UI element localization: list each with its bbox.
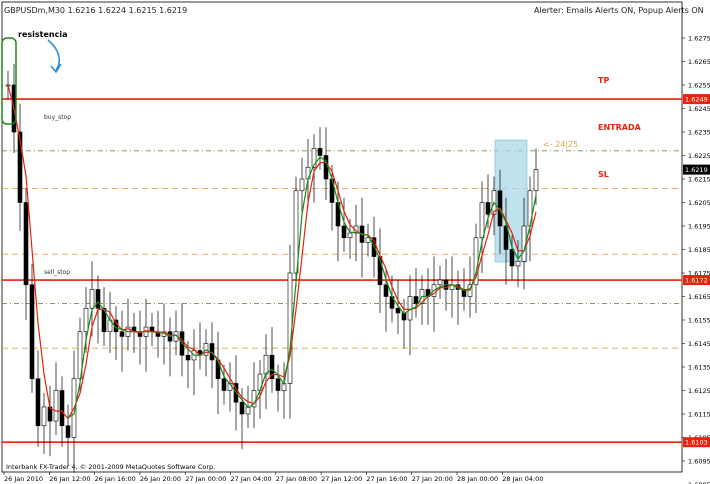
price-tick-label: 1.6225: [688, 152, 710, 160]
time-tick-label: 26 Jan 2010: [4, 475, 43, 483]
candle-body: [89, 289, 95, 309]
candle-body: [221, 378, 227, 391]
candle-body: [185, 354, 191, 361]
price-tick-label: 1.6265: [688, 58, 710, 66]
price-tick-label: 1.6165: [688, 293, 710, 301]
candle-body: [53, 390, 59, 422]
price-tick-label: 1.6275: [688, 35, 710, 43]
price-badge-label: 1.6249: [685, 96, 708, 104]
candle-body: [383, 284, 389, 297]
candle-body: [263, 354, 269, 375]
price-tick-label: 1.6095: [688, 458, 710, 466]
buy-stop-label: buy_stop: [44, 114, 71, 121]
price-tick-label: 1.6215: [688, 176, 710, 184]
footer-copyright: Interbank FX-Trader 4, © 2001-2009 MetaQ…: [6, 463, 215, 471]
arrow-icon: [47, 39, 62, 74]
candle-body: [65, 425, 71, 438]
candle-body: [35, 378, 41, 427]
candle-body: [407, 296, 413, 321]
levels-layer: [2, 98, 682, 444]
price-tick-label: 1.6125: [688, 387, 710, 395]
candle-body: [395, 307, 401, 314]
price-tick-label: 1.6235: [688, 129, 710, 137]
sl-label: SL: [598, 170, 609, 179]
candle-body: [485, 202, 491, 215]
price-tick-label: 1.6135: [688, 364, 710, 372]
resistencia-label: resistencia: [18, 30, 67, 39]
candle-body: [479, 202, 485, 239]
candle-body: [83, 307, 89, 333]
time-tick-label: 27 Jan 20:00: [412, 475, 453, 483]
time-tick-label: 27 Jan 04:00: [231, 475, 272, 483]
time-tick-label: 26 Jan 16:00: [95, 475, 136, 483]
tp-label: TP: [598, 76, 609, 85]
time-tick-label: 28 Jan 04:00: [502, 475, 543, 483]
time-axis: 26 Jan 2010 26 Jan 12:00 26 Jan 16:00 26 Ja…: [3, 472, 543, 483]
candle-body: [347, 232, 353, 239]
candle-body: [23, 202, 29, 286]
candle-body: [323, 155, 329, 180]
time-tick-label: 27 Jan 08:00: [276, 475, 317, 483]
price-tick-label: 1.6115: [688, 411, 710, 419]
price-badge-label: 1.6172: [685, 277, 708, 285]
candle-body: [41, 406, 47, 427]
candle-body: [119, 331, 125, 337]
price-tick-label: 1.6205: [688, 199, 710, 207]
price-chart[interactable]: 1.6275 1.6265 1.6255 1.6245 1.6235 1.6225 1.62…: [0, 0, 710, 484]
time-tick-label: 26 Jan 12:00: [49, 475, 90, 483]
price-tick-label: 1.6245: [688, 105, 710, 113]
price-badge-label: 1.6219: [685, 166, 708, 174]
candle-body: [95, 289, 101, 309]
price-tick-label: 1.6195: [688, 223, 710, 231]
price-axis: 1.6275 1.6265 1.6255 1.6245 1.6235 1.6225 1.62…: [682, 35, 710, 484]
candle-body: [413, 296, 419, 304]
time-tick-label: 27 Jan 00:00: [185, 475, 226, 483]
candle-body: [515, 260, 521, 267]
candle-body: [275, 378, 281, 391]
price-badge-label: 1.6103: [685, 439, 708, 447]
candle-body: [239, 401, 245, 415]
candle-body: [59, 390, 65, 427]
price-tick-label: 1.6185: [688, 246, 710, 254]
candle-body: [29, 284, 35, 380]
pips-label: <- 24|25: [543, 140, 578, 149]
price-tick-label: 1.6155: [688, 317, 710, 325]
time-tick-label: 27 Jan 16:00: [366, 475, 407, 483]
sell-stop-label: sell_stop: [44, 269, 70, 276]
candle-body: [509, 249, 515, 267]
candle-body: [437, 279, 443, 286]
time-tick-label: 27 Jan 12:00: [321, 475, 362, 483]
candle-body: [299, 178, 305, 192]
candle-body: [341, 225, 347, 239]
candles-layer: [5, 63, 539, 473]
price-tick-label: 1.6255: [688, 82, 710, 90]
candle-body: [533, 169, 539, 192]
candle-body: [317, 148, 323, 156]
price-tick-label: 1.6145: [688, 340, 710, 348]
time-tick-label: 28 Jan 00:00: [457, 475, 498, 483]
time-tick-label: 26 Jan 20:00: [140, 475, 181, 483]
entrada-label: ENTRADA: [598, 123, 642, 132]
